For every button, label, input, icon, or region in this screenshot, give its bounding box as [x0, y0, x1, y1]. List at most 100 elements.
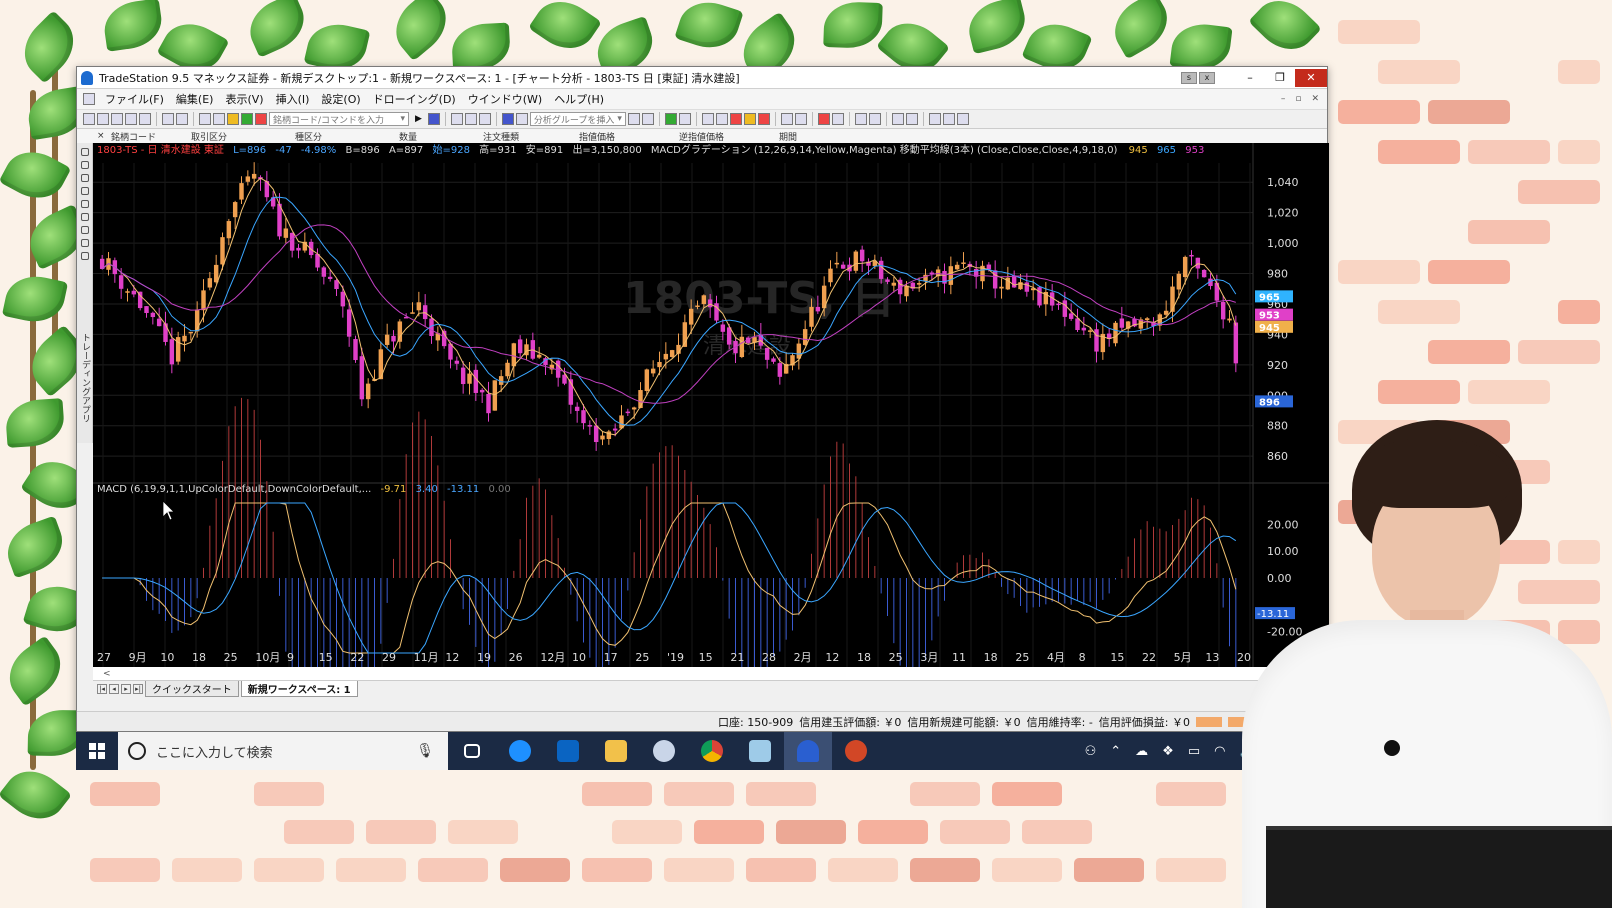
- order-field-limit-price[interactable]: 指値価格: [579, 130, 679, 143]
- mdi-close-button[interactable]: ✕: [1311, 94, 1319, 104]
- link-icon[interactable]: [678, 113, 691, 125]
- analysis-group-select[interactable]: 分析グループを挿入 ▾: [529, 112, 626, 126]
- chart-menu-icon[interactable]: [83, 93, 95, 105]
- mdi-minimize-button[interactable]: –: [1281, 94, 1286, 104]
- order-field-duration[interactable]: 期間: [779, 130, 839, 143]
- horizontal-scrollbar[interactable]: <: [93, 667, 1329, 681]
- alert-icon[interactable]: [255, 113, 267, 125]
- window-icon[interactable]: [199, 113, 211, 125]
- bar-type-icon[interactable]: [729, 113, 742, 125]
- microphone-icon[interactable]: 🎙: [416, 743, 434, 759]
- format-icon[interactable]: [715, 113, 728, 125]
- trendline-tool-icon[interactable]: [81, 148, 89, 156]
- order-field-trade-type[interactable]: 取引区分: [191, 130, 295, 143]
- indicator-icon[interactable]: [627, 113, 640, 125]
- order-field-category[interactable]: 種区分: [295, 130, 399, 143]
- chart-area[interactable]: 1803-TS, 日 清水建設 1,040 1,020 1,000 980 960 940…: [93, 143, 1329, 667]
- tab-quickstart[interactable]: クイックスタート: [145, 681, 239, 697]
- order-field-quantity[interactable]: 数量: [399, 130, 483, 143]
- tools-icon[interactable]: [928, 113, 941, 125]
- minimize-button[interactable]: –: [1235, 69, 1265, 87]
- price-chart[interactable]: 1803-TS, 日 清水建設 1,0401,0201,000980960940…: [93, 143, 1329, 667]
- chrome-icon[interactable]: [688, 732, 736, 770]
- wifi-icon[interactable]: ◠: [1214, 744, 1225, 759]
- menu-edit[interactable]: 編集(E): [170, 91, 220, 107]
- scroll-left-arrow[interactable]: <: [103, 669, 111, 679]
- paint-icon[interactable]: [640, 732, 688, 770]
- play-icon[interactable]: ▶: [415, 114, 422, 124]
- menu-drawing[interactable]: ドローイング(D): [367, 91, 462, 107]
- zoom-in-icon[interactable]: [854, 113, 867, 125]
- mdi-restore-button[interactable]: ▫: [1295, 94, 1301, 104]
- inner-close-button[interactable]: x: [1199, 71, 1215, 84]
- start-button[interactable]: [76, 732, 118, 770]
- people-icon[interactable]: ⚇: [1085, 744, 1097, 759]
- text-tool-icon[interactable]: [81, 213, 89, 221]
- pointer-icon[interactable]: [891, 113, 904, 125]
- table-icon[interactable]: [478, 113, 491, 125]
- lock-icon[interactable]: [227, 113, 239, 125]
- ohlc-icon[interactable]: [757, 113, 770, 125]
- print-icon[interactable]: [162, 113, 174, 125]
- tradestation-taskbar-icon[interactable]: [784, 732, 832, 770]
- menu-view[interactable]: 表示(V): [219, 91, 269, 107]
- strategy-icon[interactable]: [641, 113, 654, 125]
- pen-icon[interactable]: [241, 113, 253, 125]
- menu-file[interactable]: ファイル(F): [99, 91, 170, 107]
- tab-workspace[interactable]: 新規ワークスペース: 1: [240, 681, 358, 697]
- pencil-tool-icon[interactable]: [81, 239, 89, 247]
- arrow-tool-icon[interactable]: [81, 200, 89, 208]
- order-field-stop-price[interactable]: 逆指値価格: [679, 130, 779, 143]
- scroll-left-icon[interactable]: [780, 113, 793, 125]
- fib-tool-icon[interactable]: [81, 174, 89, 182]
- menu-settings[interactable]: 設定(O): [315, 91, 366, 107]
- ellipse-tool-icon[interactable]: [81, 226, 89, 234]
- menu-help[interactable]: ヘルプ(H): [548, 91, 610, 107]
- menu-insert[interactable]: 挿入(I): [270, 91, 316, 107]
- open-icon[interactable]: [97, 113, 109, 125]
- onedrive-icon[interactable]: ☁: [1135, 744, 1148, 759]
- close-button[interactable]: ✕: [1295, 68, 1327, 87]
- tab-first-button[interactable]: |◂: [97, 684, 107, 694]
- chart-icon[interactable]: [501, 113, 514, 125]
- eraser-tool-icon[interactable]: [81, 252, 89, 260]
- folder-icon[interactable]: [139, 113, 151, 125]
- grid-icon[interactable]: [450, 113, 463, 125]
- list-icon[interactable]: [464, 113, 477, 125]
- edge-icon[interactable]: [496, 732, 544, 770]
- properties-icon[interactable]: [942, 113, 955, 125]
- battery-icon[interactable]: ▭: [1188, 744, 1200, 759]
- inner-restore-button[interactable]: s: [1181, 71, 1197, 84]
- tab-next-button[interactable]: ▸: [121, 684, 131, 694]
- channel-tool-icon[interactable]: [81, 187, 89, 195]
- tab-last-button[interactable]: ▸|: [133, 684, 143, 694]
- save-icon[interactable]: [111, 113, 123, 125]
- menu-window[interactable]: ウインドウ(W): [462, 91, 548, 107]
- chevron-up-icon[interactable]: ⌃: [1110, 744, 1121, 759]
- task-view-icon[interactable]: [448, 732, 496, 770]
- zoom-out-icon[interactable]: [868, 113, 881, 125]
- style-icon[interactable]: [831, 113, 844, 125]
- settings-icon[interactable]: [701, 113, 714, 125]
- file-explorer-icon[interactable]: [592, 732, 640, 770]
- taskbar-search[interactable]: ここに入力して検索 🎙: [118, 732, 448, 770]
- powerpoint-icon[interactable]: [832, 732, 880, 770]
- print-preview-icon[interactable]: [176, 113, 188, 125]
- order-field-symbol[interactable]: 銘柄コード: [111, 130, 191, 143]
- candle-icon[interactable]: [743, 113, 756, 125]
- notepad-icon[interactable]: [736, 732, 784, 770]
- scroll-right-icon[interactable]: [794, 113, 807, 125]
- outlook-icon[interactable]: [544, 732, 592, 770]
- trading-apps-label[interactable]: トレーディングアプリ: [79, 333, 92, 423]
- horizontal-line-tool-icon[interactable]: [81, 161, 89, 169]
- refresh-icon[interactable]: [664, 113, 677, 125]
- binoculars-icon[interactable]: [427, 113, 440, 125]
- scan-icon[interactable]: [515, 113, 528, 125]
- copy-icon[interactable]: [125, 113, 137, 125]
- color-icon[interactable]: [817, 113, 830, 125]
- layout-icon[interactable]: [213, 113, 225, 125]
- symbol-input[interactable]: 銘柄コード/コマンドを入力 ▾: [269, 112, 409, 126]
- maximize-button[interactable]: ❐: [1265, 69, 1295, 87]
- help-icon[interactable]: [956, 113, 969, 125]
- crosshair-icon[interactable]: [905, 113, 918, 125]
